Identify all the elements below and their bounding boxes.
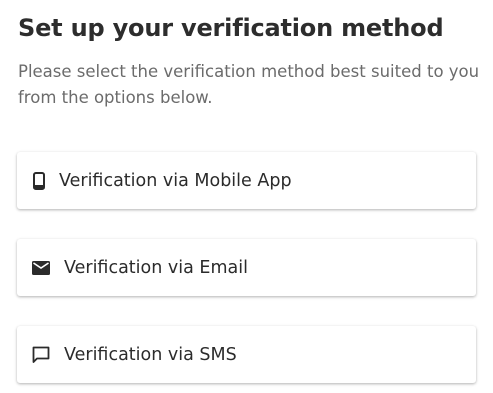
chat-bubble-icon <box>31 345 51 365</box>
email-option-button[interactable]: Verification via Email <box>17 239 476 296</box>
smartphone-icon <box>29 171 49 191</box>
page-title: Set up your verification method <box>18 14 444 42</box>
sms-option-label: Verification via SMS <box>64 344 237 365</box>
mobile-app-option-button[interactable]: Verification via Mobile App <box>17 152 476 209</box>
sms-option-button[interactable]: Verification via SMS <box>17 326 476 383</box>
mail-icon <box>31 258 51 278</box>
page-subtitle: Please select the verification method be… <box>18 62 480 107</box>
email-option-label: Verification via Email <box>64 257 248 278</box>
mobile-app-option-label: Verification via Mobile App <box>59 170 292 191</box>
